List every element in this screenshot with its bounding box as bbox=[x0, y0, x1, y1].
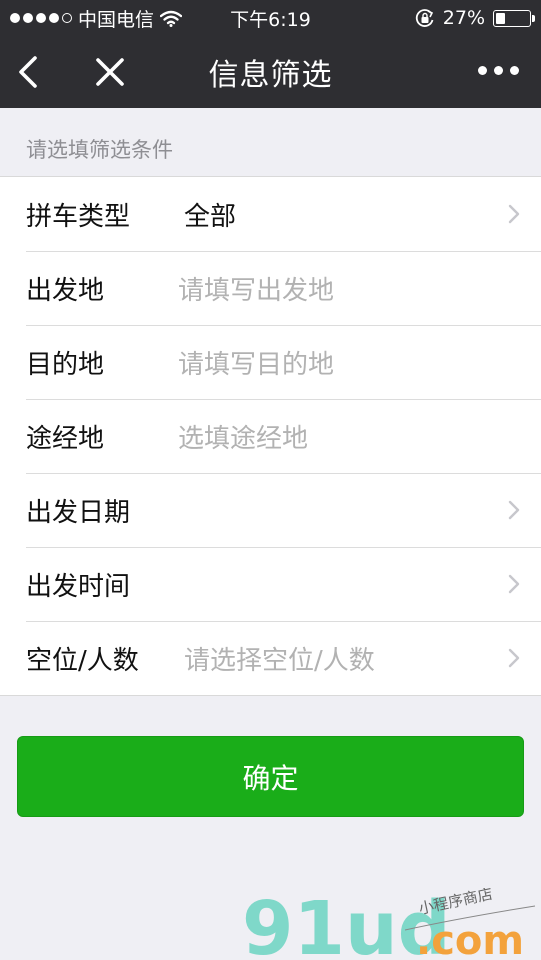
waypoint-input[interactable]: 选填途经地 bbox=[178, 418, 521, 455]
destination-input[interactable]: 请填写目的地 bbox=[178, 344, 521, 381]
chevron-right-icon bbox=[508, 204, 520, 224]
status-bar: 中国电信 下午6:19 27% bbox=[0, 0, 541, 36]
confirm-button[interactable]: 确定 bbox=[17, 736, 524, 817]
seats-select[interactable]: 请选择空位/人数 bbox=[178, 640, 507, 677]
carpool-type-label: 拼车类型 bbox=[26, 201, 131, 232]
destination-label: 目的地 bbox=[26, 349, 105, 380]
battery-fill bbox=[496, 12, 505, 24]
waypoint-label: 途经地 bbox=[26, 423, 105, 454]
orientation-lock-icon bbox=[415, 9, 434, 27]
departure-label: 出发地 bbox=[26, 275, 105, 306]
status-left: 中国电信 bbox=[10, 5, 183, 32]
destination-row[interactable]: 目的地 请填写目的地 bbox=[0, 325, 541, 399]
status-right: 27% bbox=[415, 7, 535, 29]
battery-percent: 27% bbox=[442, 7, 485, 29]
carpool-type-row[interactable]: 拼车类型 全部 bbox=[0, 177, 541, 251]
departure-row[interactable]: 出发地 请填写出发地 bbox=[0, 251, 541, 325]
carrier-name: 中国电信 bbox=[78, 8, 155, 31]
filter-form: 拼车类型 全部 出发地 请填写出发地 目的地 请填写目的地 途经地 选填途经地 … bbox=[0, 176, 541, 696]
departure-input[interactable]: 请填写出发地 bbox=[178, 270, 521, 307]
confirm-container: 确定 bbox=[0, 696, 541, 817]
more-options-icon[interactable] bbox=[478, 66, 519, 75]
section-hint: 请选填筛选条件 bbox=[26, 138, 173, 162]
departure-date-label: 出发日期 bbox=[26, 497, 131, 528]
chevron-right-icon bbox=[508, 648, 520, 668]
signal-strength-icon bbox=[10, 13, 72, 23]
battery-icon bbox=[493, 9, 535, 27]
watermark-logo: 91ud .com 小程序商店 bbox=[242, 888, 536, 960]
waypoint-row[interactable]: 途经地 选填途经地 bbox=[0, 399, 541, 473]
chevron-right-icon bbox=[508, 500, 520, 520]
seats-label: 空位/人数 bbox=[26, 645, 139, 676]
wifi-icon bbox=[160, 10, 183, 27]
navigation-bar: 信息筛选 bbox=[0, 36, 541, 108]
seats-row[interactable]: 空位/人数 请选择空位/人数 bbox=[0, 621, 541, 695]
page-title: 信息筛选 bbox=[208, 58, 333, 93]
chevron-right-icon bbox=[508, 574, 520, 594]
carpool-type-value: 全部 bbox=[184, 201, 237, 232]
departure-date-row[interactable]: 出发日期 bbox=[0, 473, 541, 547]
departure-time-row[interactable]: 出发时间 bbox=[0, 547, 541, 621]
departure-time-label: 出发时间 bbox=[26, 571, 131, 602]
